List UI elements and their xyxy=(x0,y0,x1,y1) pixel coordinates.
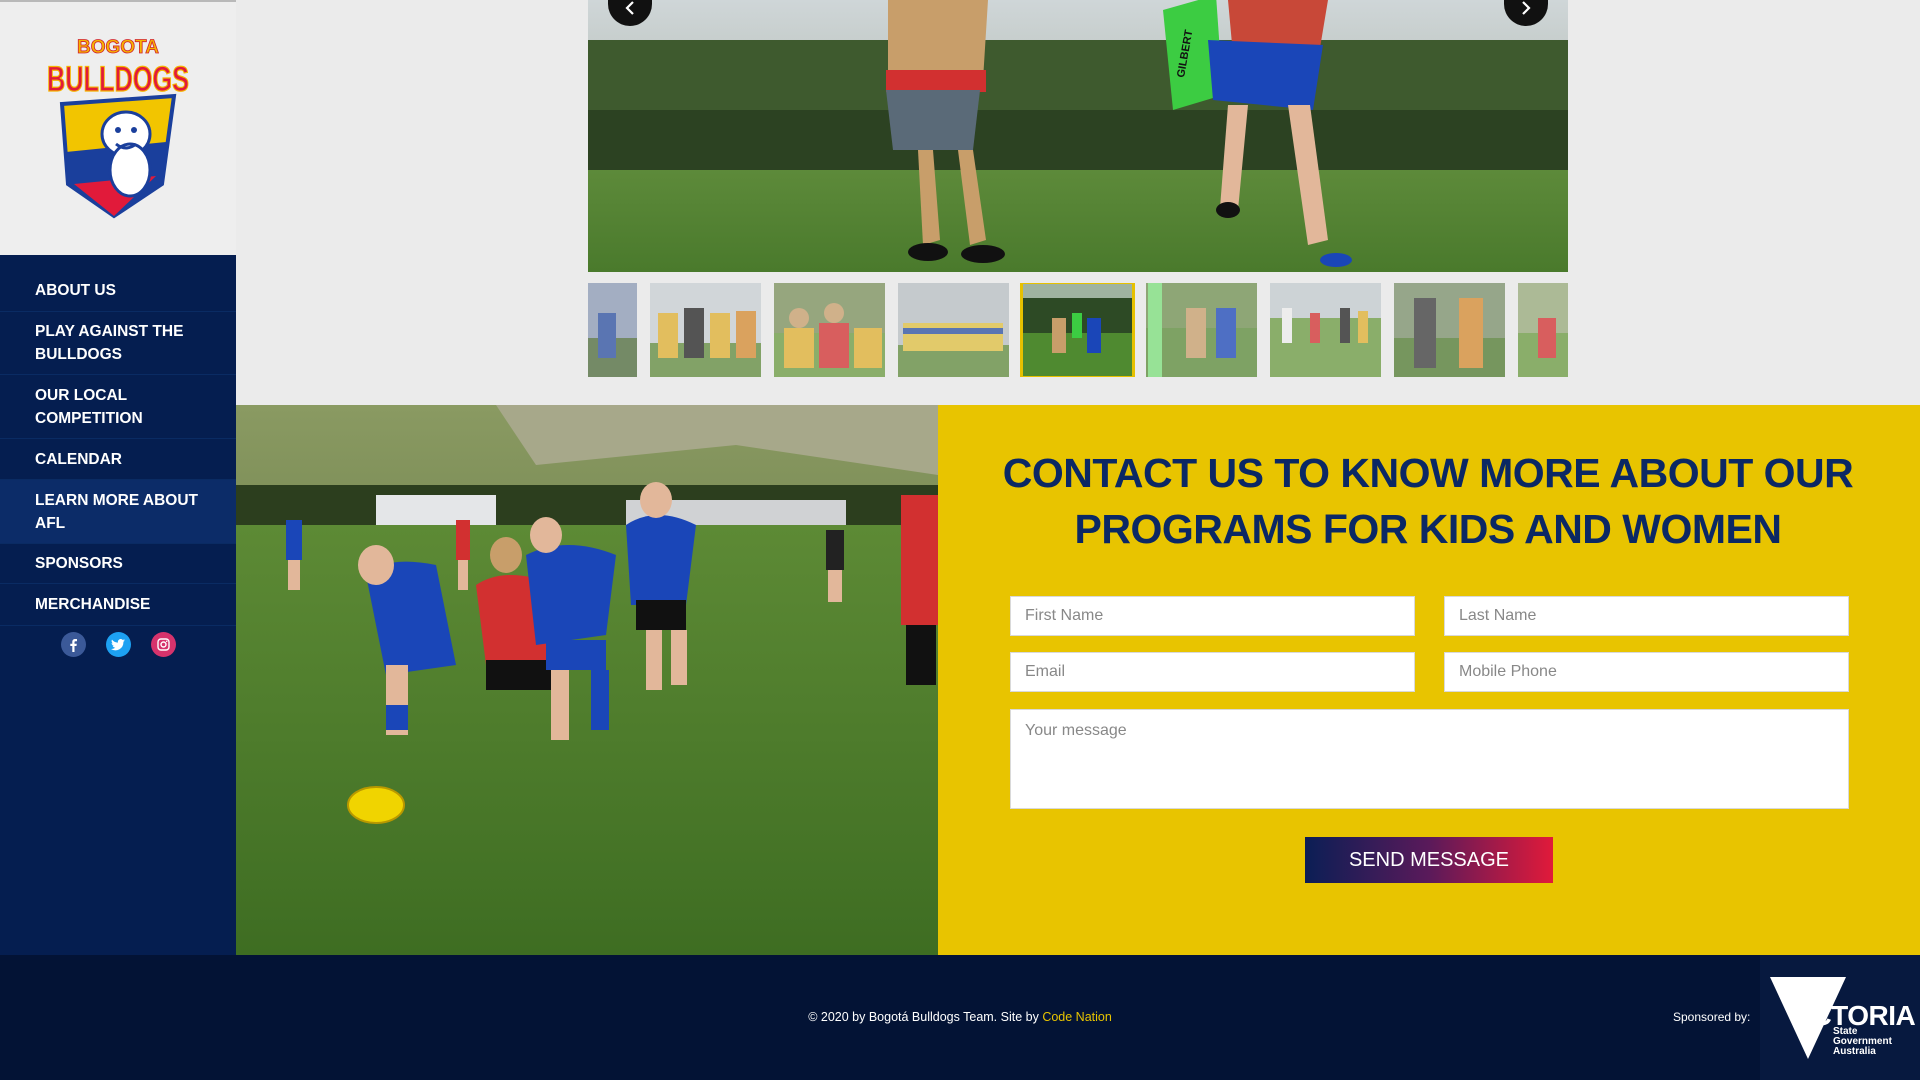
footer: © 2020 by Bogotá Bulldogs Team. Site by … xyxy=(0,955,1920,1080)
gallery-thumbnails xyxy=(588,283,1568,377)
instagram-icon[interactable] xyxy=(150,632,176,657)
facebook-icon[interactable] xyxy=(60,632,86,657)
nav-item-about-us[interactable]: ABOUT US xyxy=(0,270,236,312)
nav-item-label: OUR LOCAL COMPETITION xyxy=(35,386,143,427)
nav-item-label: SPONSORS xyxy=(35,555,123,572)
nav-item-label: LEARN MORE ABOUT AFL xyxy=(35,491,199,532)
logo-box: BOGOTA BULLDOGS xyxy=(0,0,236,255)
victoria-subtext: State Government Australia xyxy=(1833,1026,1892,1057)
gallery-thumbnail[interactable] xyxy=(588,283,637,377)
gallery-thumbnail-selected[interactable] xyxy=(1020,283,1135,377)
nav-item-calendar[interactable]: CALENDAR xyxy=(0,439,236,480)
svg-text:BOGOTA: BOGOTA xyxy=(77,37,159,58)
gallery-main-image: GILBERT xyxy=(588,0,1568,272)
svg-text:BULLDOGS: BULLDOGS xyxy=(47,60,189,99)
copyright-label: © 2020 by Bogotá Bulldogs Team. Site by xyxy=(808,1010,1043,1024)
sponsored-by-label: Sponsored by: xyxy=(1673,1010,1751,1024)
gallery-thumbnail[interactable] xyxy=(898,283,1009,377)
nav-item-label: MERCHANDISE xyxy=(35,596,151,613)
training-photo: GILBERT xyxy=(588,0,1568,272)
gallery-thumbnail[interactable] xyxy=(650,283,761,377)
sidebar: BOGOTA BULLDOGS ABOUT US PLAY AGAINST TH… xyxy=(0,0,236,955)
last-name-field[interactable]: Last Name xyxy=(1444,596,1849,636)
chevron-left-icon xyxy=(625,1,634,15)
nav-item-learn-afl[interactable]: LEARN MORE ABOUT AFL xyxy=(0,480,236,544)
first-name-field[interactable]: First Name xyxy=(1010,596,1415,636)
social-links xyxy=(0,632,236,657)
gallery-thumbnail[interactable] xyxy=(774,283,885,377)
gallery-thumbnail[interactable] xyxy=(1518,283,1568,377)
contact-heading: CONTACT US TO KNOW MORE ABOUT OUR PROGRA… xyxy=(1002,450,1854,552)
copyright-text: © 2020 by Bogotá Bulldogs Team. Site by … xyxy=(0,1010,1920,1024)
contact-section: CONTACT US TO KNOW MORE ABOUT OUR PROGRA… xyxy=(938,405,1920,955)
twitter-icon[interactable] xyxy=(105,632,131,657)
gallery-thumbnail[interactable] xyxy=(1270,283,1381,377)
chevron-right-icon xyxy=(1522,1,1531,15)
nav-item-label: ABOUT US xyxy=(35,282,116,299)
gallery-thumbnail[interactable] xyxy=(1146,283,1257,377)
nav-item-label: CALENDAR xyxy=(35,450,122,468)
nav-item-play-against[interactable]: PLAY AGAINST THE BULLDOGS xyxy=(0,312,236,375)
main-nav: ABOUT US PLAY AGAINST THE BULLDOGS OUR L… xyxy=(0,270,236,626)
bogota-bulldogs-logo[interactable]: BOGOTA BULLDOGS xyxy=(44,34,192,222)
nav-item-merchandise[interactable]: MERCHANDISE xyxy=(0,584,236,626)
nav-item-sponsors[interactable]: SPONSORS xyxy=(0,544,236,584)
code-nation-link[interactable]: Code Nation xyxy=(1042,1010,1112,1024)
match-photo xyxy=(236,405,938,955)
gallery-thumbnail[interactable] xyxy=(1394,283,1505,377)
email-field[interactable]: Email xyxy=(1010,652,1415,692)
victoria-sponsor-logo[interactable]: VICTORIA State Government Australia xyxy=(1760,955,1920,1080)
nav-item-local-competition[interactable]: OUR LOCAL COMPETITION xyxy=(0,375,236,439)
nav-item-label: PLAY AGAINST THE BULLDOGS xyxy=(35,323,184,363)
message-field[interactable]: Your message xyxy=(1010,709,1849,809)
send-message-button[interactable]: SEND MESSAGE xyxy=(1305,837,1553,883)
mobile-phone-field[interactable]: Mobile Phone xyxy=(1444,652,1849,692)
